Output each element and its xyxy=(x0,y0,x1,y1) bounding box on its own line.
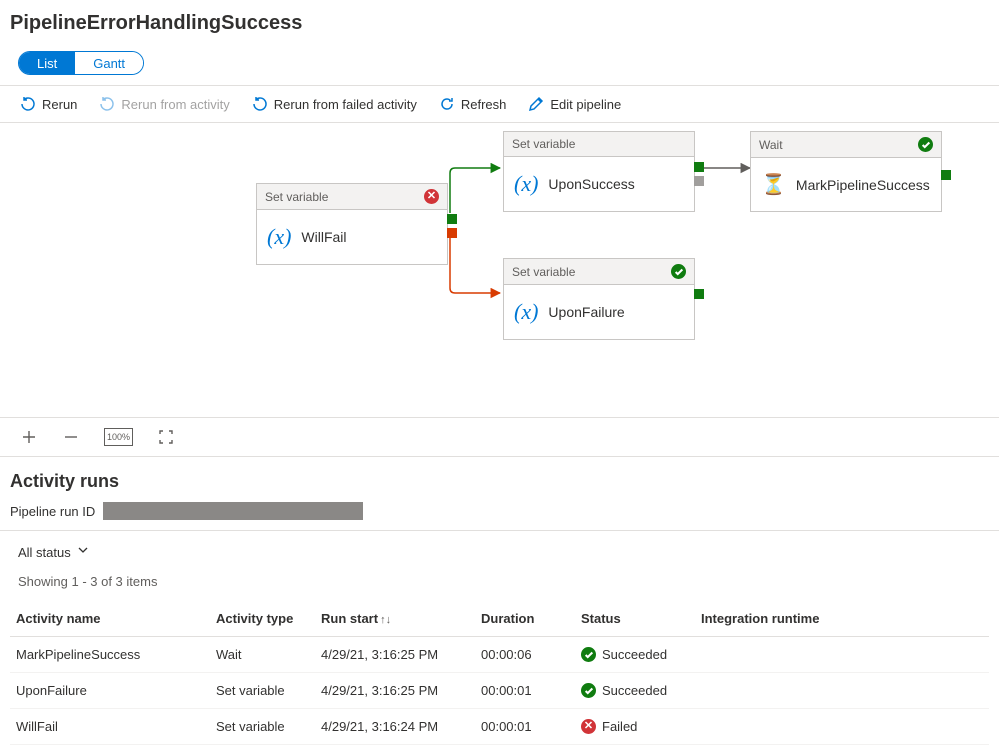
node-type-label: Set variable xyxy=(512,137,575,151)
status-success-icon xyxy=(581,683,596,698)
rerun-button[interactable]: Rerun xyxy=(20,96,77,112)
pipeline-run-id-row: Pipeline run ID xyxy=(0,498,999,524)
col-duration[interactable]: Duration xyxy=(475,601,575,637)
status-success-icon xyxy=(581,647,596,662)
rerun-from-failed-button[interactable]: Rerun from failed activity xyxy=(252,96,417,112)
rerun-label: Rerun xyxy=(42,97,77,112)
chevron-down-icon xyxy=(77,544,89,559)
failure-output-port[interactable] xyxy=(447,228,457,238)
item-count-text: Showing 1 - 3 of 3 items xyxy=(0,568,999,595)
activity-node-willfail[interactable]: Set variable WillFail xyxy=(256,183,448,265)
node-body: UponFailure xyxy=(504,285,694,339)
node-body: WillFail xyxy=(257,210,447,264)
node-body: UponSuccess xyxy=(504,157,694,211)
zoom-controls: 100% xyxy=(0,418,999,456)
variable-icon xyxy=(514,171,538,197)
node-label: MarkPipelineSuccess xyxy=(796,177,930,193)
table-header-row: Activity name Activity type Run start↑↓ … xyxy=(10,601,989,637)
edit-pipeline-button[interactable]: Edit pipeline xyxy=(528,96,621,112)
cell-runtime xyxy=(695,637,989,673)
status-filter-label: All status xyxy=(18,545,71,560)
cell-duration: 00:00:01 xyxy=(475,673,575,709)
success-output-port[interactable] xyxy=(447,214,457,224)
toolbar: Rerun Rerun from activity Rerun from fai… xyxy=(0,86,999,122)
rerun-from-activity-button: Rerun from activity xyxy=(99,96,229,112)
zoom-fit-button[interactable] xyxy=(157,428,175,446)
cell-runtime xyxy=(695,673,989,709)
completion-output-port[interactable] xyxy=(694,176,704,186)
cell-status: Succeeded xyxy=(575,673,695,709)
variable-icon xyxy=(267,224,291,250)
page-title: PipelineErrorHandlingSuccess xyxy=(0,0,999,43)
col-run-start[interactable]: Run start↑↓ xyxy=(315,601,475,637)
tab-list[interactable]: List xyxy=(19,52,75,74)
table-row[interactable]: UponFailureSet variable4/29/21, 3:16:25 … xyxy=(10,673,989,709)
pipeline-run-id-value xyxy=(103,502,363,520)
col-status[interactable]: Status xyxy=(575,601,695,637)
cell-run-start: 4/29/21, 3:16:25 PM xyxy=(315,637,475,673)
view-toggle: List Gantt xyxy=(18,51,144,75)
status-filter-dropdown[interactable]: All status xyxy=(0,530,999,568)
cell-status: Succeeded xyxy=(575,637,695,673)
activity-node-uponsuccess[interactable]: Set variable UponSuccess xyxy=(503,131,695,212)
node-label: UponFailure xyxy=(548,304,624,320)
success-output-port[interactable] xyxy=(694,162,704,172)
rerun-failed-icon xyxy=(252,96,268,112)
status-failed-icon xyxy=(424,189,439,204)
col-activity-name[interactable]: Activity name xyxy=(10,601,210,637)
rerun-from-activity-label: Rerun from activity xyxy=(121,97,229,112)
node-header: Wait xyxy=(751,132,941,158)
refresh-button[interactable]: Refresh xyxy=(439,96,507,112)
variable-icon xyxy=(514,299,538,325)
node-header: Set variable xyxy=(257,184,447,210)
edit-pipeline-label: Edit pipeline xyxy=(550,97,621,112)
pipeline-canvas[interactable]: Set variable WillFail Set variable UponS… xyxy=(0,123,999,418)
node-label: UponSuccess xyxy=(548,176,634,192)
activity-runs-table: Activity name Activity type Run start↑↓ … xyxy=(10,601,989,745)
success-output-port[interactable] xyxy=(941,170,951,180)
col-activity-type[interactable]: Activity type xyxy=(210,601,315,637)
rerun-from-failed-label: Rerun from failed activity xyxy=(274,97,417,112)
pipeline-run-id-label: Pipeline run ID xyxy=(10,504,95,519)
success-output-port[interactable] xyxy=(694,289,704,299)
sort-icon: ↑↓ xyxy=(380,614,391,626)
pencil-icon xyxy=(528,96,544,112)
node-type-label: Set variable xyxy=(512,265,575,279)
cell-activity-type: Set variable xyxy=(210,673,315,709)
cell-run-start: 4/29/21, 3:16:25 PM xyxy=(315,673,475,709)
cell-activity-name: MarkPipelineSuccess xyxy=(10,637,210,673)
node-header: Set variable xyxy=(504,259,694,285)
cell-activity-name: UponFailure xyxy=(10,673,210,709)
rerun-icon xyxy=(20,96,36,112)
node-type-label: Wait xyxy=(759,138,783,152)
zoom-in-button[interactable] xyxy=(20,428,38,446)
node-header: Set variable xyxy=(504,132,694,157)
activity-node-uponfailure[interactable]: Set variable UponFailure xyxy=(503,258,695,340)
node-label: WillFail xyxy=(301,229,346,245)
status-success-icon xyxy=(671,264,686,279)
table-row[interactable]: MarkPipelineSuccessWait4/29/21, 3:16:25 … xyxy=(10,637,989,673)
tab-gantt[interactable]: Gantt xyxy=(75,52,143,74)
zoom-out-button[interactable] xyxy=(62,428,80,446)
activity-runs-title: Activity runs xyxy=(0,457,999,498)
status-success-icon xyxy=(918,137,933,152)
zoom-reset-button[interactable]: 100% xyxy=(104,428,133,446)
rerun-activity-icon xyxy=(99,96,115,112)
refresh-label: Refresh xyxy=(461,97,507,112)
activity-node-markpipelinesuccess[interactable]: Wait ⏳ MarkPipelineSuccess xyxy=(750,131,942,212)
node-body: ⏳ MarkPipelineSuccess xyxy=(751,158,941,211)
cell-duration: 00:00:06 xyxy=(475,637,575,673)
status-failed-icon xyxy=(581,719,596,734)
node-type-label: Set variable xyxy=(265,190,328,204)
col-integration-runtime[interactable]: Integration runtime xyxy=(695,601,989,637)
hourglass-icon: ⏳ xyxy=(761,172,786,197)
cell-activity-type: Wait xyxy=(210,637,315,673)
refresh-icon xyxy=(439,96,455,112)
